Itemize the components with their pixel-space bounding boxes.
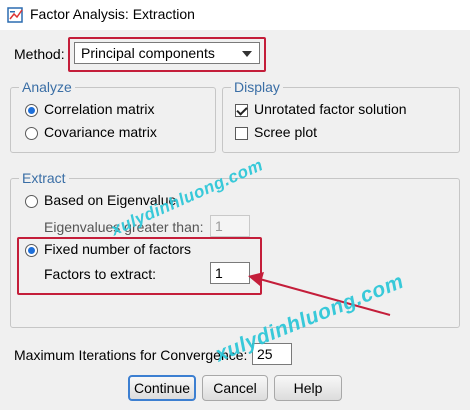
- continue-button[interactable]: Continue: [128, 375, 196, 401]
- help-button[interactable]: Help: [274, 375, 342, 401]
- fixed-number-of-factors-label[interactable]: Fixed number of factors: [44, 241, 191, 257]
- method-selected-value: Principal components: [81, 45, 215, 61]
- extract-legend: Extract: [19, 170, 69, 186]
- eigenvalue-input[interactable]: 1: [210, 215, 250, 237]
- correlation-matrix-radio[interactable]: [25, 104, 38, 117]
- title-bar: Factor Analysis: Extraction: [0, 0, 470, 30]
- analyze-legend: Analyze: [19, 79, 75, 95]
- based-on-eigenvalue-radio[interactable]: [25, 195, 38, 208]
- covariance-matrix-label[interactable]: Covariance matrix: [44, 124, 157, 140]
- display-group: Display: [222, 79, 460, 153]
- max-iterations-label: Maximum Iterations for Convergence:: [14, 347, 248, 363]
- scree-plot-checkbox[interactable]: [235, 127, 248, 140]
- method-label: Method:: [14, 46, 65, 62]
- analyze-group: Analyze: [10, 79, 216, 153]
- correlation-matrix-label[interactable]: Correlation matrix: [44, 101, 154, 117]
- display-legend: Display: [231, 79, 283, 95]
- method-dropdown[interactable]: Principal components: [74, 42, 260, 64]
- unrotated-factor-solution-label[interactable]: Unrotated factor solution: [254, 101, 407, 117]
- window-title: Factor Analysis: Extraction: [30, 6, 195, 22]
- factors-to-extract-label: Factors to extract:: [44, 266, 157, 282]
- unrotated-factor-solution-checkbox[interactable]: [235, 104, 248, 117]
- scree-plot-label[interactable]: Scree plot: [254, 124, 317, 140]
- spss-app-icon: [7, 6, 25, 24]
- chevron-down-icon: [242, 51, 252, 57]
- factors-to-extract-value: 1: [215, 265, 223, 281]
- covariance-matrix-radio[interactable]: [25, 127, 38, 140]
- fixed-number-of-factors-radio[interactable]: [25, 244, 38, 257]
- cancel-button[interactable]: Cancel: [202, 375, 268, 401]
- eigenvalue-input-value: 1: [215, 218, 223, 234]
